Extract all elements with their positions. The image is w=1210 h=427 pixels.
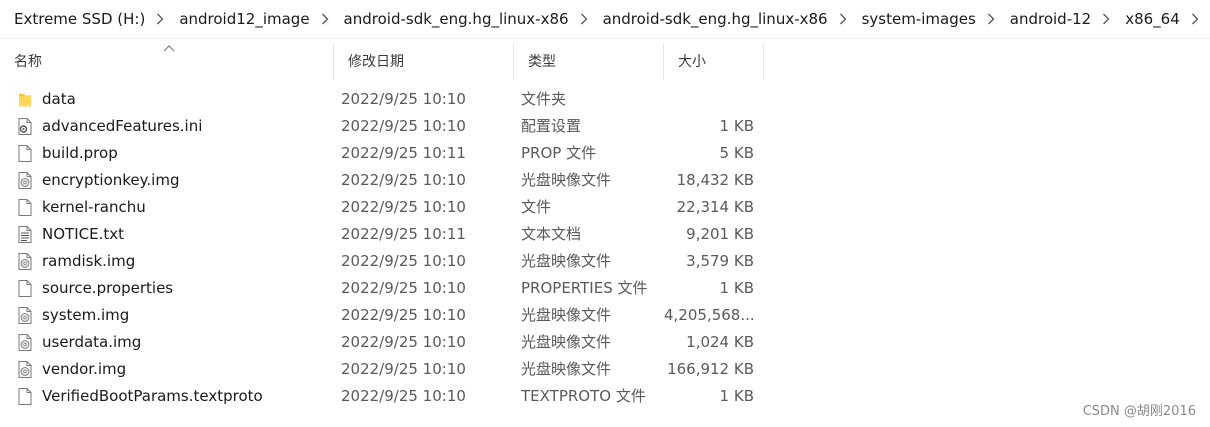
file-date: 2022/9/25 10:10 [341, 306, 466, 324]
chevron-right-icon[interactable] [838, 12, 848, 26]
file-size: 1,024 KB [686, 333, 754, 351]
file-date: 2022/9/25 10:10 [341, 252, 466, 270]
column-header-name-label: 名称 [14, 54, 42, 70]
file-size: 1 KB [719, 279, 754, 297]
file-name: source.properties [42, 279, 174, 297]
chevron-right-icon[interactable] [986, 12, 996, 26]
file-type: 配置设置 [521, 117, 582, 135]
file-type: 光盘映像文件 [521, 333, 612, 351]
chevron-right-icon[interactable] [579, 12, 589, 26]
file-size: 9,201 KB [686, 225, 754, 243]
file-icon [16, 275, 34, 302]
disc-image-icon [16, 329, 34, 356]
file-name: build.prop [42, 144, 118, 162]
column-header-size-label: 大小 [678, 54, 706, 70]
file-type: 文件夹 [521, 90, 567, 108]
file-row[interactable]: kernel-ranchu 2022/9/25 10:10 文件 22,314 KB [0, 194, 770, 221]
file-date: 2022/9/25 10:10 [341, 360, 466, 378]
file-name: advancedFeatures.ini [42, 117, 203, 135]
folder-icon [16, 86, 34, 113]
disc-image-icon [16, 248, 34, 275]
file-name: vendor.img [42, 360, 127, 378]
disc-image-icon [16, 167, 34, 194]
chevron-right-icon[interactable] [1101, 12, 1111, 26]
file-name: userdata.img [42, 333, 142, 351]
file-name: system.img [42, 306, 130, 324]
file-row[interactable]: NOTICE.txt 2022/9/25 10:11 文本文档 9,201 KB [0, 221, 770, 248]
file-date: 2022/9/25 10:10 [341, 171, 466, 189]
column-header-date-label: 修改日期 [348, 54, 404, 70]
breadcrumb-item[interactable]: system-images [848, 10, 986, 28]
file-name: kernel-ranchu [42, 198, 146, 216]
file-size: 5 KB [719, 144, 754, 162]
column-header-date[interactable]: 修改日期 [334, 44, 514, 80]
file-type: TEXTPROTO 文件 [521, 387, 646, 405]
file-row[interactable]: vendor.img 2022/9/25 10:10 光盘映像文件 166,912 K… [0, 356, 770, 383]
watermark: CSDN @胡刚2016 [1082, 404, 1196, 419]
file-type: 光盘映像文件 [521, 171, 612, 189]
file-type: 文件 [521, 198, 552, 216]
breadcrumb-item[interactable]: android-sdk_eng.hg_linux-x86 [330, 10, 579, 28]
disc-image-icon [16, 356, 34, 383]
file-date: 2022/9/25 10:10 [341, 90, 466, 108]
file-type: PROP 文件 [521, 144, 597, 162]
file-row[interactable]: userdata.img 2022/9/25 10:10 光盘映像文件 1,024 K… [0, 329, 770, 356]
file-size: 4,205,568... [664, 306, 755, 324]
file-icon [16, 383, 34, 410]
file-row[interactable]: encryptionkey.img 2022/9/25 10:10 光盘映像文件 18… [0, 167, 770, 194]
breadcrumb-item[interactable]: Extreme SSD (H:) [0, 10, 155, 28]
file-name: NOTICE.txt [42, 225, 124, 243]
column-header-type[interactable]: 类型 [514, 44, 664, 80]
chevron-right-icon[interactable] [155, 12, 165, 26]
file-size: 3,579 KB [686, 252, 754, 270]
disc-image-icon [16, 302, 34, 329]
file-date: 2022/9/25 10:11 [341, 225, 466, 243]
file-row[interactable]: build.prop 2022/9/25 10:11 PROP 文件 5 KB [0, 140, 770, 167]
file-name: data [42, 90, 76, 108]
file-row[interactable]: system.img 2022/9/25 10:10 光盘映像文件 4,205,568… [0, 302, 770, 329]
file-date: 2022/9/25 10:10 [341, 387, 466, 405]
file-row[interactable]: ramdisk.img 2022/9/25 10:10 光盘映像文件 3,579 KB [0, 248, 770, 275]
file-name: VerifiedBootParams.textproto [42, 387, 263, 405]
file-name: encryptionkey.img [42, 171, 180, 189]
file-row[interactable]: advancedFeatures.ini 2022/9/25 10:10 配置设置 1… [0, 113, 770, 140]
text-file-icon [16, 221, 34, 248]
file-row[interactable]: source.properties 2022/9/25 10:10 PROPERTI… [0, 275, 770, 302]
file-type: PROPERTIES 文件 [521, 279, 648, 297]
breadcrumb-item[interactable]: android-12 [996, 10, 1101, 28]
file-icon [16, 194, 34, 221]
file-icon [16, 140, 34, 167]
file-date: 2022/9/25 10:10 [341, 279, 466, 297]
sort-ascending-icon [163, 45, 175, 52]
file-size: 1 KB [719, 387, 754, 405]
file-type: 光盘映像文件 [521, 306, 612, 324]
breadcrumb: Extreme SSD (H:) android12_image android-s… [0, 0, 1210, 39]
settings-file-icon [16, 113, 34, 140]
chevron-right-icon[interactable] [1190, 12, 1200, 26]
file-size: 18,432 KB [676, 171, 754, 189]
breadcrumb-item[interactable]: android12_image [165, 10, 319, 28]
file-date: 2022/9/25 10:11 [341, 144, 466, 162]
column-header-row: 名称 修改日期 类型 大小 [0, 44, 1210, 80]
file-name: ramdisk.img [42, 252, 136, 270]
file-size: 166,912 KB [667, 360, 754, 378]
file-type: 光盘映像文件 [521, 252, 612, 270]
file-row[interactable]: VerifiedBootParams.textproto 2022/9/25 10… [0, 383, 770, 410]
file-date: 2022/9/25 10:10 [341, 198, 466, 216]
breadcrumb-item[interactable]: x86_64 [1111, 10, 1190, 28]
breadcrumb-item[interactable]: android-sdk_eng.hg_linux-x86 [589, 10, 838, 28]
column-header-type-label: 类型 [528, 54, 556, 70]
column-header-size[interactable]: 大小 [664, 44, 764, 80]
file-date: 2022/9/25 10:10 [341, 333, 466, 351]
file-type: 光盘映像文件 [521, 360, 612, 378]
file-size [664, 86, 754, 113]
chevron-right-icon[interactable] [320, 12, 330, 26]
file-date: 2022/9/25 10:10 [341, 117, 466, 135]
file-row[interactable]: data 2022/9/25 10:10 文件夹 [0, 86, 770, 113]
file-size: 22,314 KB [676, 198, 754, 216]
file-size: 1 KB [719, 117, 754, 135]
file-type: 文本文档 [521, 225, 582, 243]
